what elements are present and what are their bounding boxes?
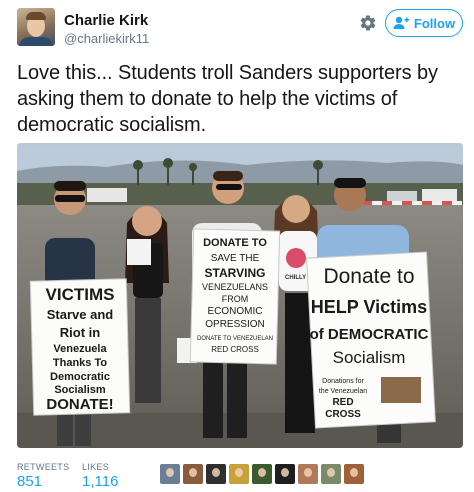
sign-middle-line-6: ECONOMIC (208, 306, 263, 317)
retweets-stat[interactable]: RETWEETS 851 (17, 462, 69, 490)
sign-right-line-3: of DEMOCRATIC (310, 326, 429, 343)
sign-middle-line-4: VENEZUELANS (202, 282, 268, 292)
liker-avatar[interactable] (160, 464, 180, 484)
sign-right-line-5: Donations for (322, 378, 364, 385)
retweets-label: RETWEETS (17, 462, 70, 472)
shirt-text: CHILLY (285, 275, 306, 281)
sign-right-line-6: the Venezuelan (319, 388, 367, 395)
liker-avatar[interactable] (298, 464, 318, 484)
tweet-photo[interactable]: CHILLY VICTIMS Starve and Riot in Venezu… (17, 143, 463, 448)
sign-left-line-8: DONATE! (46, 396, 113, 413)
sign-right-line-2: HELP Victims (311, 297, 427, 317)
sign-middle-line-3: STARVING (205, 266, 266, 280)
follow-label: Follow (413, 15, 456, 31)
sign-right: Donate to HELP Victims of DEMOCRATIC Soc… (306, 251, 436, 429)
user-handle[interactable]: @charliekirk11 (64, 31, 149, 46)
sign-middle-line-1: DONATE TO (203, 237, 267, 249)
liker-avatar[interactable] (344, 464, 364, 484)
tweet-header: Charlie Kirk @charliekirk11 Follow (17, 8, 465, 52)
sign-left-line-4: Venezuela (53, 343, 107, 355)
sign-left-line-5: Thanks To (53, 357, 107, 369)
tweet-text: Love this... Students troll Sanders supp… (17, 62, 438, 136)
sign-left-line-3: Riot in (60, 325, 100, 340)
liker-avatar[interactable] (252, 464, 272, 484)
profile-avatar[interactable] (17, 8, 55, 46)
sign-right-line-4: Socialism (333, 348, 406, 367)
sign-middle-line-5: FROM (222, 294, 249, 304)
add-user-icon (393, 16, 409, 29)
sign-middle-line-9: RED CROSS (211, 345, 259, 354)
sign-middle-line-8: DONATE TO VENEZUELAN (197, 336, 273, 342)
liker-avatar[interactable] (183, 464, 203, 484)
sign-right-line-8: CROSS (325, 409, 361, 420)
sign-left-line-6: Democratic (50, 371, 110, 383)
gear-icon[interactable] (359, 14, 377, 32)
liker-avatar[interactable] (206, 464, 226, 484)
sign-left-line-1: VICTIMS (46, 285, 115, 304)
sign-middle: DONATE TO SAVE THE STARVING VENEZUELANS … (189, 228, 281, 365)
display-name[interactable]: Charlie Kirk (64, 12, 148, 29)
sign-right-photo (381, 377, 421, 403)
likes-count: 1,116 (82, 473, 119, 490)
sign-left-line-2: Starve and (47, 307, 114, 322)
sign-left: VICTIMS Starve and Riot in Venezuela Tha… (29, 278, 131, 416)
sign-middle-line-7: OPRESSION (205, 319, 264, 330)
sign-middle-line-2: SAVE THE (211, 253, 260, 264)
follow-button[interactable]: Follow (385, 9, 463, 37)
likes-stat[interactable]: LIKES 1,116 (82, 462, 118, 490)
sign-right-line-1: Donate to (323, 265, 414, 288)
retweets-count: 851 (17, 473, 43, 490)
liker-avatar[interactable] (321, 464, 341, 484)
liker-avatar[interactable] (229, 464, 249, 484)
likes-label: LIKES (82, 462, 110, 472)
liker-avatar[interactable] (275, 464, 295, 484)
sign-right-line-7: RED (332, 397, 353, 408)
sign-left-line-7: Socialism (54, 384, 106, 396)
